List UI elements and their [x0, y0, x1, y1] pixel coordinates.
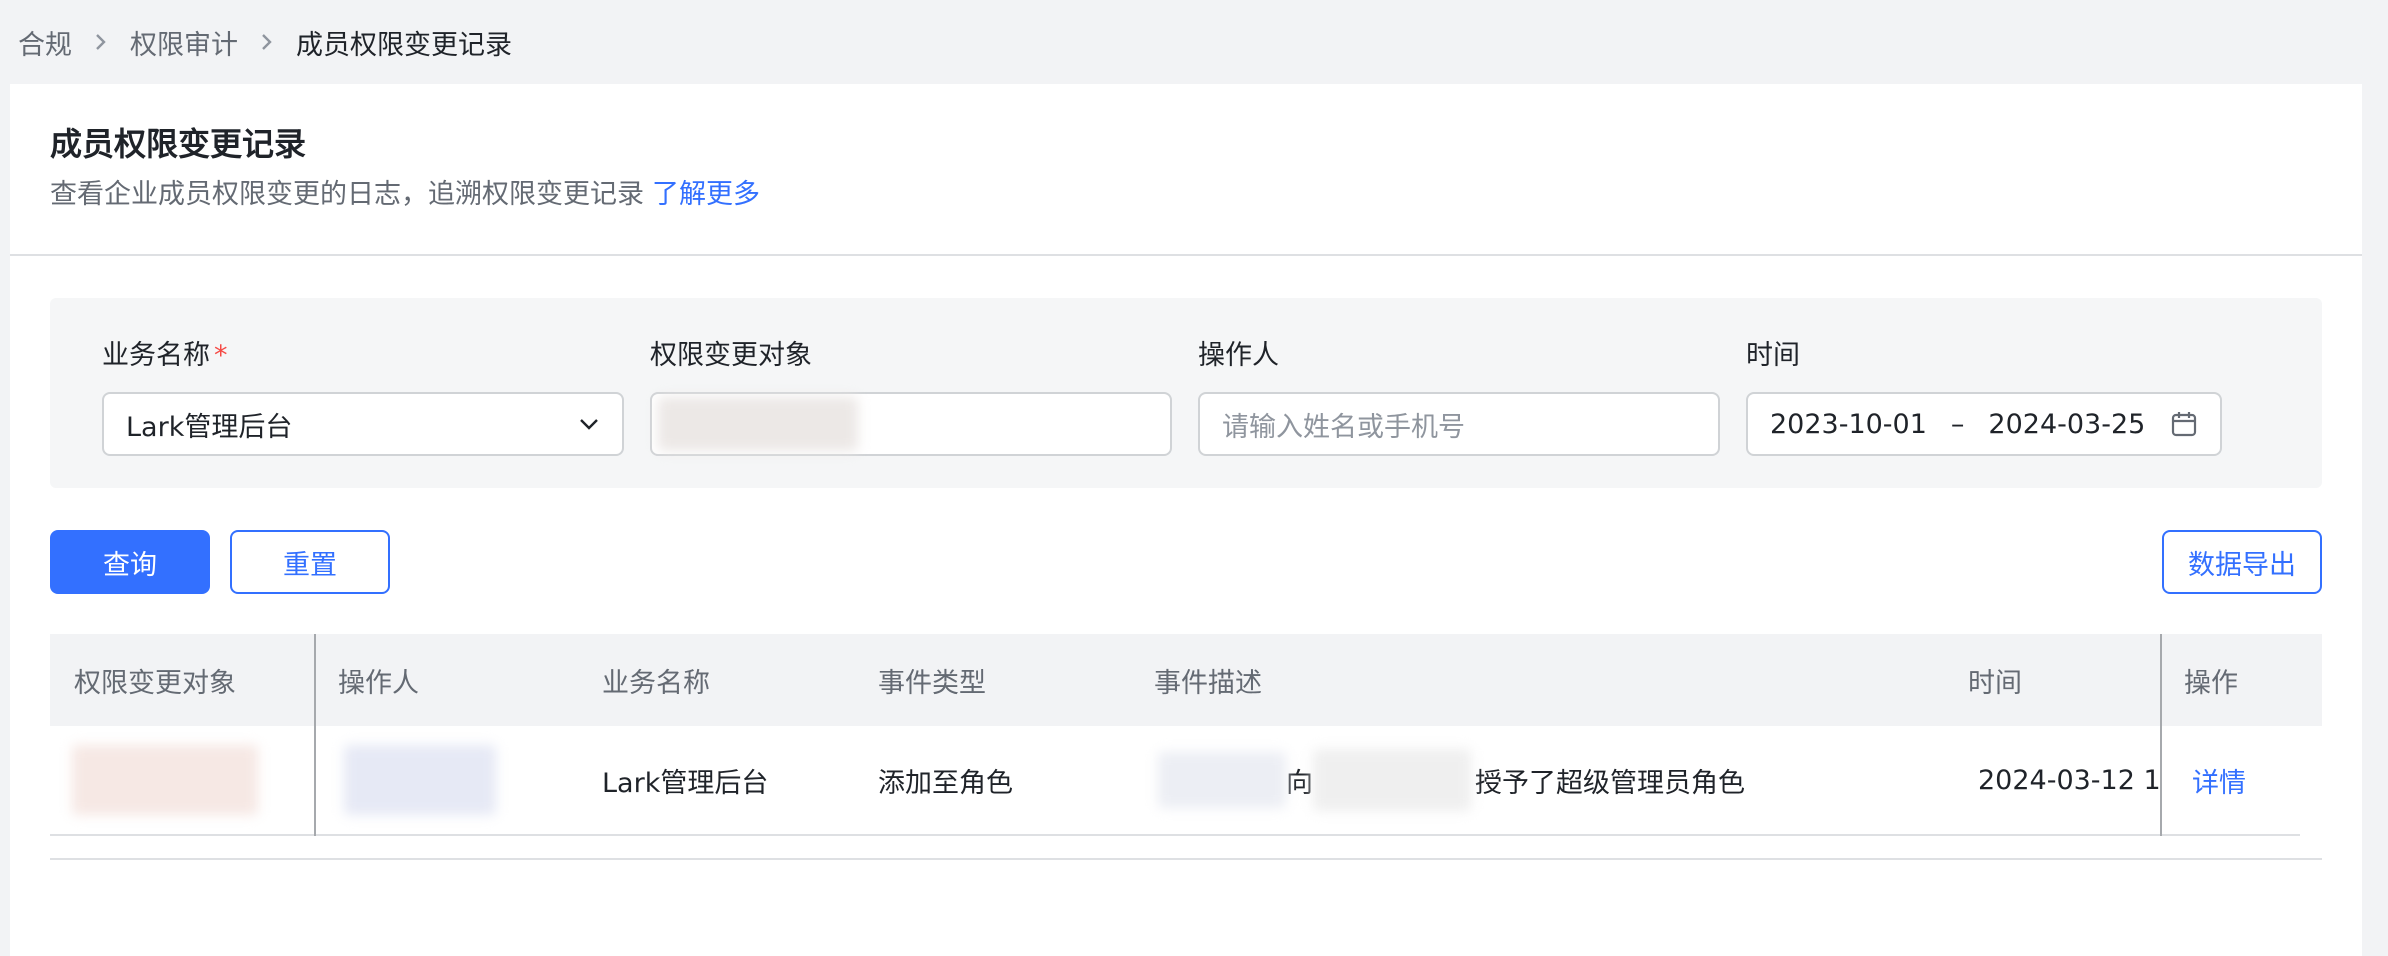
date-end[interactable]: 2024-03-25	[1988, 409, 2145, 440]
col-event-desc: 事件描述	[1154, 667, 1262, 699]
operator-input[interactable]: 请输入姓名或手机号	[1198, 392, 1720, 456]
target-field: 权限变更对象	[650, 336, 1172, 456]
table-row: Lark管理后台 添加至角色 向 授予了超级管理员角色 2024-03-12 1…	[50, 726, 2300, 836]
main-card: 成员权限变更记录 查看企业成员权限变更的日志，追溯权限变更记录 了解更多 业务名称…	[10, 84, 2362, 956]
breadcrumb: 合规 权限审计 成员权限变更记录	[18, 0, 512, 84]
desc-text-mid: 向	[1286, 767, 1313, 799]
table-header: 权限变更对象 操作人 业务名称 事件类型 事件描述 时间 操作	[50, 634, 2322, 726]
operator-field: 操作人 请输入姓名或手机号	[1198, 336, 1720, 456]
required-mark: *	[214, 340, 228, 371]
date-start[interactable]: 2023-10-01	[1770, 409, 1927, 440]
target-input[interactable]	[650, 392, 1172, 456]
col-target: 权限变更对象	[74, 667, 236, 699]
column-divider-left	[314, 634, 316, 836]
column-divider-right	[2160, 634, 2162, 836]
col-event-type: 事件类型	[878, 667, 986, 699]
filter-panel: 业务名称* Lark管理后台 权限变更对象 操作人 请输入姓名或手机号 时间	[50, 298, 2322, 488]
chevron-right-icon	[260, 32, 274, 52]
calendar-icon[interactable]	[2170, 410, 2198, 438]
date-range-picker[interactable]: 2023-10-01 – 2024-03-25	[1746, 392, 2222, 456]
breadcrumb-item-compliance[interactable]: 合规	[18, 23, 72, 62]
target-label: 权限变更对象	[650, 340, 812, 371]
col-action: 操作	[2184, 667, 2238, 699]
target-blurred-value	[658, 397, 858, 451]
operator-blurred	[344, 745, 496, 815]
business-select[interactable]: Lark管理后台	[102, 392, 624, 456]
operator-placeholder: 请输入姓名或手机号	[1222, 411, 1465, 443]
operator-label: 操作人	[1198, 340, 1279, 371]
page-description: 查看企业成员权限变更的日志，追溯权限变更记录 了解更多	[50, 176, 2322, 214]
page-title: 成员权限变更记录	[50, 125, 307, 163]
table-bottom-line	[50, 858, 2322, 860]
target-blurred	[72, 745, 258, 815]
chevron-right-icon	[94, 32, 108, 52]
row-operator	[344, 745, 496, 815]
description-text: 查看企业成员权限变更的日志，追溯权限变更记录	[50, 179, 644, 210]
breadcrumb-item-audit[interactable]: 权限审计	[130, 23, 238, 62]
row-event-desc: 向 授予了超级管理员角色	[1158, 749, 1745, 811]
row-detail-link[interactable]: 详情	[2192, 761, 2246, 800]
row-target	[72, 745, 258, 815]
records-table: 权限变更对象 操作人 业务名称 事件类型 事件描述 时间 操作 Lark管理后台…	[50, 634, 2322, 860]
date-separator: –	[1950, 408, 1965, 440]
col-time: 时间	[1968, 667, 2022, 699]
business-label: 业务名称	[102, 340, 210, 371]
desc-blurred-1	[1158, 752, 1286, 808]
row-event-type: 添加至角色	[878, 767, 1013, 799]
col-operator: 操作人	[338, 667, 419, 699]
page-header: 成员权限变更记录 查看企业成员权限变更的日志，追溯权限变更记录 了解更多	[10, 84, 2362, 256]
desc-text-end: 授予了超级管理员角色	[1475, 767, 1745, 799]
business-field: 业务名称 * Lark管理后台	[102, 336, 624, 456]
chevron-down-icon	[578, 417, 600, 431]
time-field: 时间 2023-10-01 – 2024-03-25	[1746, 336, 2222, 456]
col-business: 业务名称	[602, 667, 710, 699]
row-business: Lark管理后台	[602, 767, 769, 799]
desc-blurred-2	[1313, 749, 1471, 811]
query-button[interactable]: 查询	[50, 530, 210, 594]
reset-button[interactable]: 重置	[230, 530, 390, 594]
breadcrumb-item-current: 成员权限变更记录	[296, 29, 512, 61]
row-time: 2024-03-12 1	[1978, 764, 2161, 796]
time-label: 时间	[1746, 340, 1800, 371]
business-select-value: Lark管理后台	[126, 411, 293, 443]
export-button[interactable]: 数据导出	[2162, 530, 2322, 594]
learn-more-link[interactable]: 了解更多	[652, 179, 760, 210]
